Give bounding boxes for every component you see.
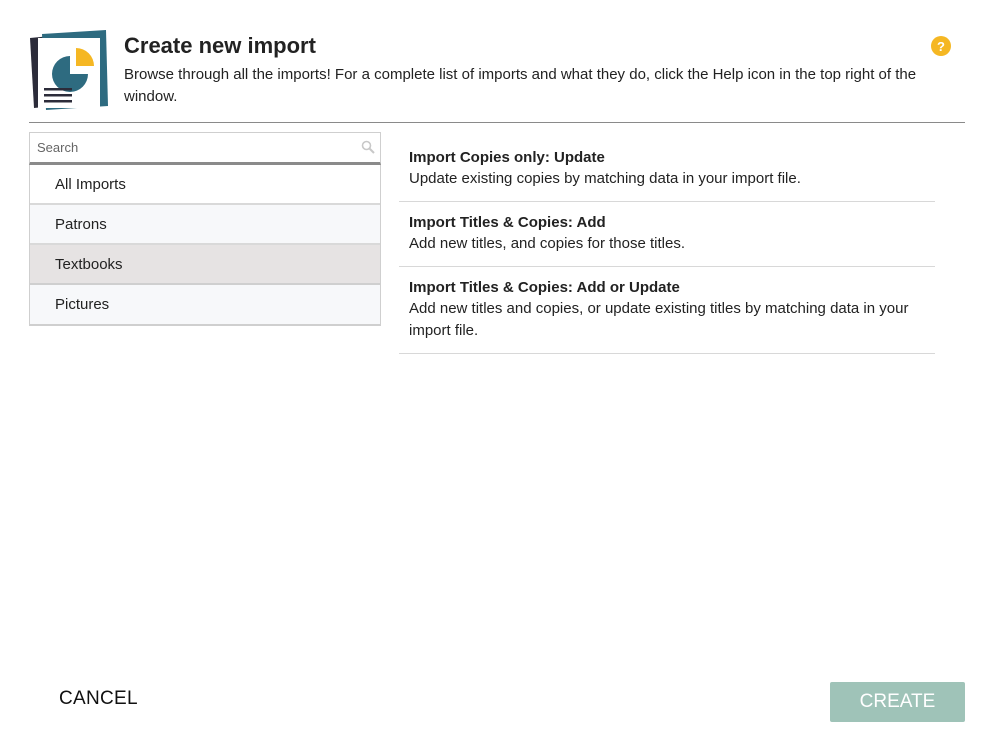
import-item-titles-copies-add-update[interactable]: Import Titles & Copies: Add or Update Ad…: [399, 267, 935, 354]
category-label: All Imports: [55, 175, 126, 193]
import-description: Add new titles and copies, or update exi…: [409, 300, 909, 339]
help-icon[interactable]: ?: [931, 36, 951, 56]
import-item-titles-copies-add[interactable]: Import Titles & Copies: Add Add new titl…: [399, 202, 935, 267]
category-item-textbooks[interactable]: Textbooks: [30, 245, 380, 285]
category-item-patrons[interactable]: Patrons: [30, 205, 380, 245]
import-title: Import Titles & Copies: Add: [409, 214, 606, 231]
import-list: Import Copies only: Update Update existi…: [399, 137, 935, 354]
search-input[interactable]: [30, 133, 380, 162]
category-item-all-imports[interactable]: All Imports: [30, 165, 380, 205]
category-list: All Imports Patrons Textbooks Pictures: [29, 165, 381, 326]
search-box: [29, 132, 381, 165]
import-description: Update existing copies by matching data …: [409, 170, 801, 187]
dialog-title: Create new import: [124, 33, 316, 58]
cancel-button[interactable]: CANCEL: [59, 688, 138, 710]
create-button[interactable]: CREATE: [830, 682, 965, 722]
import-item-copies-update[interactable]: Import Copies only: Update Update existi…: [399, 137, 935, 202]
category-label: Patrons: [55, 215, 107, 233]
import-document-icon: [30, 30, 108, 110]
category-item-pictures[interactable]: Pictures: [30, 285, 380, 326]
category-panel: All Imports Patrons Textbooks Pictures: [29, 132, 381, 326]
import-title: Import Titles & Copies: Add or Update: [409, 279, 680, 296]
category-label: Textbooks: [55, 255, 123, 273]
dialog-subtitle: Browse through all the imports! For a co…: [124, 66, 917, 105]
create-import-dialog: Create new import Browse through all the…: [0, 0, 994, 731]
header-divider: [29, 122, 965, 123]
import-description: Add new titles, and copies for those tit…: [409, 235, 685, 252]
category-label: Pictures: [55, 296, 110, 313]
import-title: Import Copies only: Update: [409, 149, 605, 166]
help-icon-glyph: ?: [937, 38, 945, 54]
search-icon[interactable]: [361, 140, 375, 154]
